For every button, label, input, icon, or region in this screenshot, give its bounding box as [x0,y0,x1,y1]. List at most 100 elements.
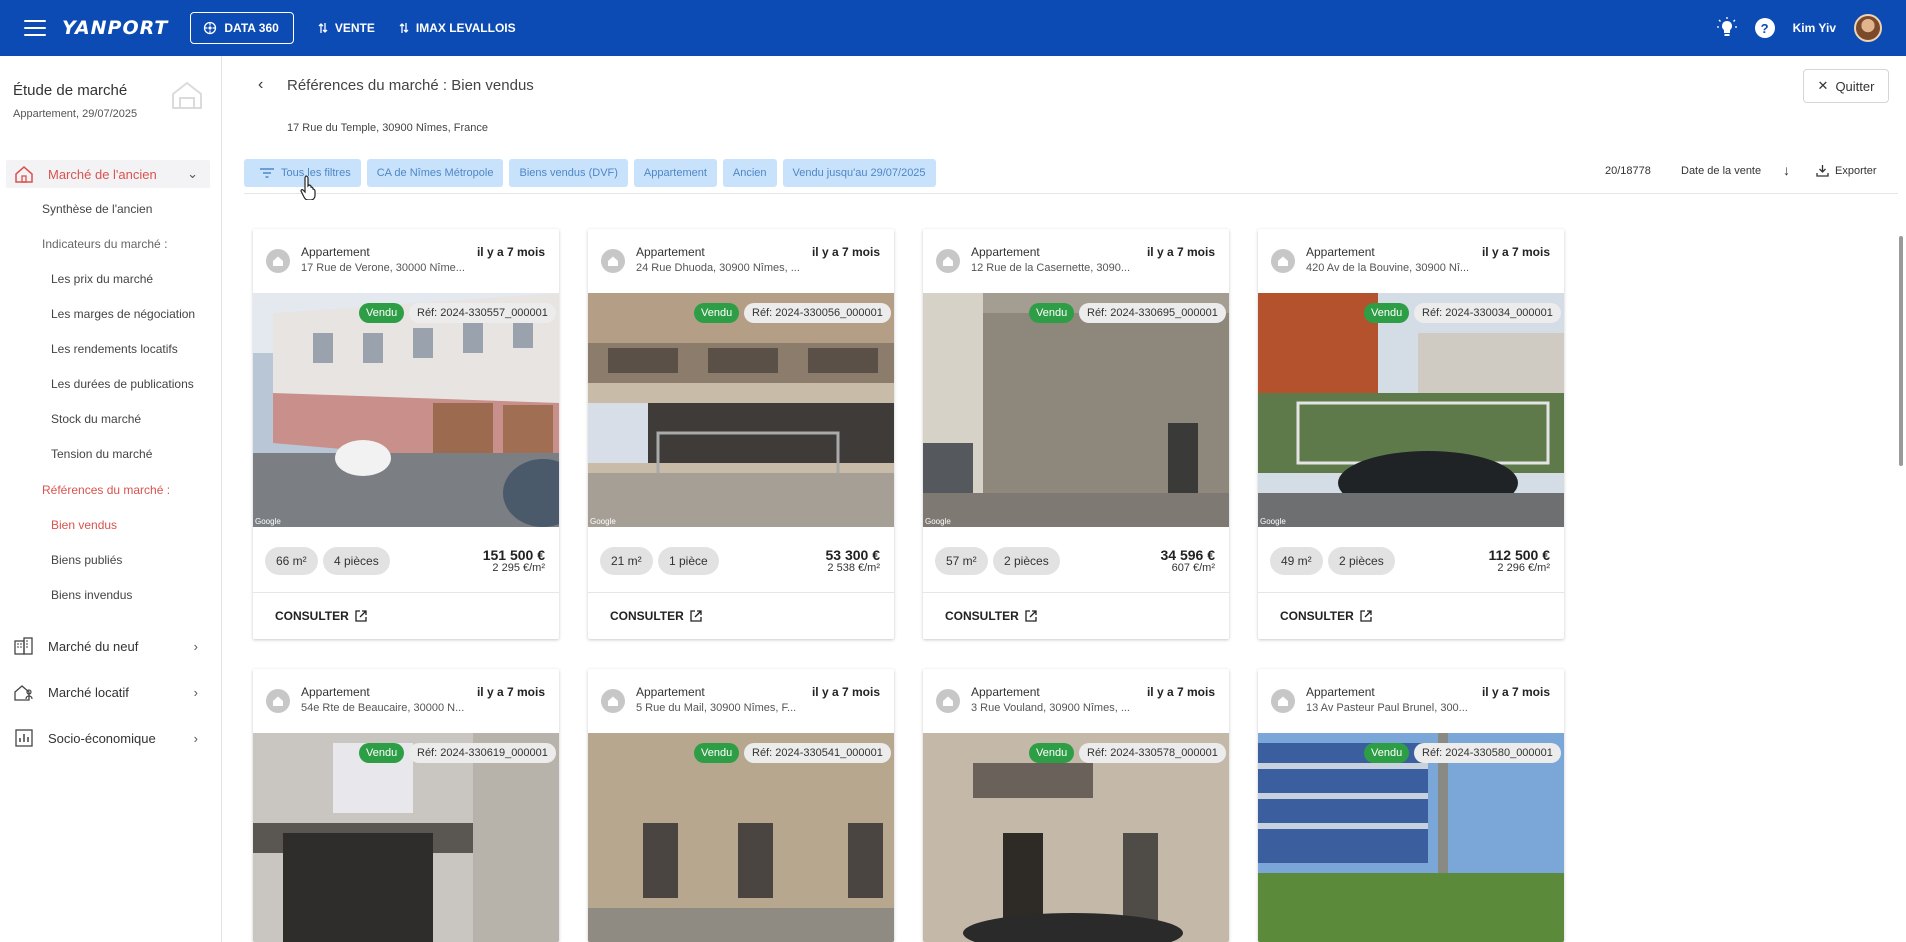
sidebar-item-neuf[interactable]: Marché du neuf › [6,632,210,660]
logo[interactable]: YANPORT [62,17,168,39]
filter-bar: Tous les filtres CA de Nîmes Métropole B… [244,159,936,187]
sort-select[interactable]: Date de la vente [1681,165,1761,177]
sold-badge: Vendu [359,743,405,763]
reference-badge: Réf: 2024-330056_000001 [744,303,891,323]
swap-icon [399,23,409,33]
filter-chip-date[interactable]: Vendu jusqu'au 29/07/2025 [782,159,936,187]
chart-icon [15,729,33,747]
export-button[interactable]: Exporter [1816,164,1877,177]
sidebar-item-locatif[interactable]: Marché locatif › [6,678,210,706]
property-address: 3 Rue Vouland, 30900 Nîmes, ... [971,702,1130,714]
filter-chip-source[interactable]: Biens vendus (DVF) [509,159,628,187]
network-icon [204,21,217,35]
menu-icon[interactable] [24,20,46,36]
price: 34 596 € [1160,547,1216,563]
property-card[interactable]: Appartement 5 Rue du Mail, 30900 Nîmes, … [588,669,894,942]
sold-badge: Vendu [1364,743,1410,763]
consult-label: CONSULTER [275,609,349,623]
property-card[interactable]: Appartement 24 Rue Dhuoda, 30900 Nîmes, … [588,229,894,639]
price-per-m2: 607 €/m² [1171,562,1215,574]
filter-chip-zone[interactable]: CA de Nîmes Métropole [366,159,504,187]
scrollbar[interactable] [1896,206,1906,942]
sidebar-link-vendus[interactable]: Bien vendus [51,518,117,532]
rooms-pill: 4 pièces [323,547,390,575]
back-arrow-icon[interactable]: ‹ [258,76,263,94]
sidebar-link-stock[interactable]: Stock du marché [51,412,141,426]
result-count: 20/18778 [1605,165,1651,177]
sidebar-link-marges[interactable]: Les marges de négociation [51,307,195,321]
swap-icon [318,23,328,33]
google-watermark: Google [925,517,951,526]
main-content: ‹ Références du marché : Bien vendus 17 … [222,56,1906,942]
divider [244,193,1898,194]
sidebar-link-tension[interactable]: Tension du marché [51,447,152,461]
sidebar-link-durees[interactable]: Les durées de publications [51,377,194,391]
surface-pill: 49 m² [1270,547,1323,575]
sort-direction-icon[interactable]: ↓ [1783,162,1790,178]
consult-label: CONSULTER [945,609,1019,623]
property-card[interactable]: Appartement 3 Rue Vouland, 30900 Nîmes, … [923,669,1229,942]
property-card[interactable]: Appartement 13 Av Pasteur Paul Brunel, 3… [1258,669,1564,942]
street-view-photo: Vendu Réf: 2024-330034_000001 Google [1258,293,1564,527]
external-link-icon [355,610,367,622]
nav-imax-levallois[interactable]: IMAX LEVALLOIS [399,21,516,35]
property-card[interactable]: Appartement 420 Av de la Bouvine, 30900 … [1258,229,1564,639]
sold-badge: Vendu [694,303,740,323]
street-view-photo: Vendu Réf: 2024-330619_000001 [253,733,559,942]
user-name[interactable]: Kim Yiv [1793,21,1836,35]
street-view-photo: Vendu Réf: 2024-330578_000001 [923,733,1229,942]
data360-button[interactable]: DATA 360 [190,12,294,44]
sale-age: il y a 7 mois [476,245,545,259]
sidebar-item-neuf-label: Marché du neuf [48,638,139,654]
sidebar-link-publies[interactable]: Biens publiés [51,553,122,567]
sidebar-item-ancien[interactable]: Marché de l'ancien ⌄ [6,160,210,188]
house-outline-icon [172,81,202,109]
property-address: 12 Rue de la Casernette, 3090... [971,262,1130,274]
hand-cursor-icon [300,175,316,200]
sold-badge: Vendu [1029,303,1075,323]
sidebar-item-socio[interactable]: Socio-économique › [6,724,210,752]
sidebar-title: Étude de marché [13,82,128,99]
house-icon [936,249,960,273]
property-address: 54e Rte de Beaucaire, 30000 N... [301,702,465,714]
consult-button[interactable]: CONSULTER [253,593,559,639]
sidebar-link-rendements[interactable]: Les rendements locatifs [51,342,178,356]
consult-button[interactable]: CONSULTER [588,593,894,639]
property-address: 17 Rue de Verone, 30000 Nîme... [301,262,465,274]
property-type: Appartement [971,245,1040,259]
street-view-photo: Vendu Réf: 2024-330056_000001 Google [588,293,894,527]
property-card[interactable]: Appartement 12 Rue de la Casernette, 309… [923,229,1229,639]
price-per-m2: 2 295 €/m² [492,562,545,574]
quit-button[interactable]: ✕ Quitter [1803,69,1889,103]
nav-vente[interactable]: VENTE [318,21,375,35]
property-address: 420 Av de la Bouvine, 30900 Nî... [1306,262,1470,274]
filter-chip-ancien[interactable]: Ancien [722,159,777,187]
download-icon [1816,165,1829,177]
consult-button[interactable]: CONSULTER [923,593,1229,639]
sidebar-item-socio-label: Socio-économique [48,730,156,746]
avatar[interactable] [1854,14,1882,42]
scrollbar-thumb[interactable] [1899,236,1903,466]
sidebar-link-invendus[interactable]: Biens invendus [51,588,132,602]
rooms-pill: 2 pièces [993,547,1060,575]
property-card[interactable]: Appartement 17 Rue de Verone, 30000 Nîme… [253,229,559,639]
top-bar: YANPORT DATA 360 VENTE IMAX LEVALLOIS ? … [0,0,1906,56]
surface-pill: 21 m² [600,547,653,575]
reference-badge: Réf: 2024-330580_000001 [1414,743,1561,763]
sidebar-link-synthese[interactable]: Synthèse de l'ancien [42,202,152,216]
property-card[interactable]: Appartement 54e Rte de Beaucaire, 30000 … [253,669,559,942]
bulb-icon[interactable] [1716,17,1737,39]
help-icon[interactable]: ? [1754,18,1775,38]
house-icon [15,166,33,183]
property-address: 5 Rue du Mail, 30900 Nîmes, F... [636,702,797,714]
consult-button[interactable]: CONSULTER [1258,593,1564,639]
sidebar-link-prix[interactable]: Les prix du marché [51,272,153,286]
house-icon [266,689,290,713]
property-address: 24 Rue Dhuoda, 30900 Nîmes, ... [636,262,800,274]
building-icon [14,637,33,655]
sidebar: Étude de marché Appartement, 29/07/2025 … [0,56,222,942]
filter-chip-type[interactable]: Appartement [633,159,717,187]
sale-age: il y a 7 mois [811,245,880,259]
property-address: 13 Av Pasteur Paul Brunel, 300... [1306,702,1468,714]
street-view-photo: Vendu Réf: 2024-330557_000001 Google [253,293,559,527]
